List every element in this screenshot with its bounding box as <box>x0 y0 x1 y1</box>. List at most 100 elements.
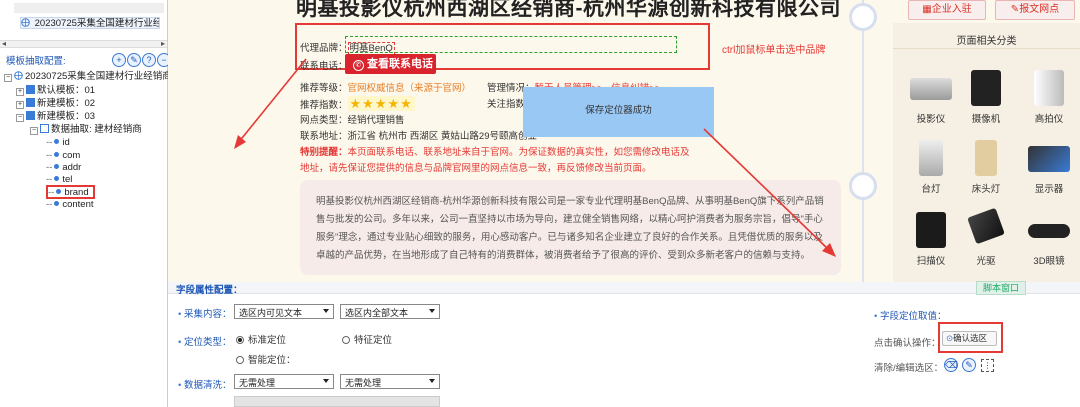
template-icon <box>26 85 35 94</box>
collapse-icon[interactable]: − <box>4 74 12 82</box>
chevron-down-icon <box>323 309 329 313</box>
projector-icon <box>910 78 952 100</box>
globe-icon <box>14 71 23 80</box>
confirm-selection-button[interactable]: ⊙确认选区 <box>942 331 997 346</box>
category-monitor[interactable]: 显示器 <box>1020 140 1078 195</box>
report-outlet-button[interactable]: ✎报文网点 <box>995 0 1075 20</box>
tree-field-addr[interactable]: -- addr <box>46 162 81 173</box>
select-area-icon[interactable]: ⋮ <box>981 359 994 372</box>
tree-field-brand[interactable]: -- brand <box>46 185 95 199</box>
category-camera[interactable]: 摄像机 <box>957 70 1015 125</box>
config-header: 字段属性配置： <box>176 285 243 296</box>
edit-icon[interactable]: ✎ <box>127 53 141 67</box>
collapse-icon[interactable]: − <box>30 127 38 135</box>
rec-row: 推荐等级：官网权威信息（来源于官网） <box>300 83 472 94</box>
tree-root[interactable]: −20230725采集全国建材行业经销商网 <box>4 71 181 82</box>
radio-smart[interactable]: 智能定位： <box>236 352 296 366</box>
add-icon[interactable]: + <box>112 53 126 67</box>
save-success-toast: 保存定位器成功 <box>523 87 714 137</box>
template-icon <box>26 111 35 120</box>
template-tree-panel: 20230725采集全国建材行业经销 ◂ ▸ 模板抽取配置: + ✎? − −202… <box>0 0 181 407</box>
radio-icon <box>236 356 244 364</box>
edit-icon: ✎ <box>1010 4 1020 15</box>
field-locate-label: • 字段定位取值： <box>874 311 947 322</box>
chevron-down-icon <box>429 379 435 383</box>
locate-label: • 定位类型： <box>178 337 232 348</box>
script-window-button[interactable]: 脚本窗口 <box>976 281 1026 295</box>
folder-icon <box>40 124 49 133</box>
expand-icon[interactable]: + <box>16 88 24 96</box>
tree-tool-buttons: + ✎? − <box>112 53 171 67</box>
building-icon: ▦ <box>922 4 932 15</box>
category-document-camera[interactable]: 高拍仪 <box>1020 70 1078 125</box>
tree-field-com[interactable]: -- com <box>46 150 80 161</box>
field-icon <box>56 189 62 194</box>
collect-select-1[interactable]: 选区内可见文本 <box>234 304 334 319</box>
special-row: 特别提醒：本页面联系电话、联系地址来自于官网。为保证数据的真实性，如您需修改电话… <box>300 147 690 158</box>
chevron-down-icon <box>323 379 329 383</box>
tree-extract-node[interactable]: − 数据抽取: 建材经销商 <box>30 124 142 135</box>
expand-icon[interactable]: + <box>16 101 24 109</box>
edit-selection-icon[interactable]: ✎ <box>962 358 976 372</box>
field-icon <box>54 152 60 157</box>
divider <box>893 48 1080 49</box>
radio-standard[interactable]: 标准定位 <box>236 332 286 346</box>
template-icon <box>26 98 35 107</box>
horizontal-scrollbar[interactable]: ◂ ▸ <box>0 39 167 48</box>
tree-scroll-top <box>14 3 164 13</box>
tree-item-top[interactable]: 20230725采集全国建材行业经销 <box>20 17 160 29</box>
category-3d-glasses[interactable]: 3D眼镜 <box>1020 212 1078 267</box>
3d-glasses-icon <box>1028 224 1070 238</box>
tree-template-1[interactable]: + 默认模板：01 <box>16 85 95 96</box>
collect-label: • 采集内容： <box>178 309 232 320</box>
desk-lamp-icon <box>919 140 943 176</box>
collect-select-2[interactable]: 选区内全部文本 <box>340 304 440 319</box>
smart-locate-textarea[interactable] <box>234 396 440 407</box>
field-icon <box>54 164 60 169</box>
related-categories-title: 页面相关分类 <box>956 36 1017 47</box>
collapse-icon[interactable]: − <box>16 114 24 122</box>
monitor-icon <box>1028 146 1070 172</box>
tree-field-id[interactable]: -- id <box>46 137 70 148</box>
category-projector[interactable]: 投影仪 <box>902 70 960 125</box>
camera-icon <box>971 70 1001 106</box>
category-desk-lamp[interactable]: 台灯 <box>902 140 960 195</box>
clear-label: 清除/编辑选区： <box>874 363 944 374</box>
timeline-dot-mid <box>849 172 877 200</box>
index-row: 推荐指数： ★★★★★ <box>300 96 415 111</box>
chevron-down-icon <box>429 309 435 313</box>
tree-field-tel[interactable]: -- tel <box>46 174 72 185</box>
clean-label: • 数据清洗： <box>178 380 232 391</box>
clean-select-2[interactable]: 无需处理 <box>340 374 440 389</box>
optical-drive-icon <box>967 207 1005 245</box>
category-optical-drive[interactable]: 光驱 <box>957 207 1015 267</box>
category-scanner[interactable]: 扫描仪 <box>902 212 960 267</box>
arrow-annotation-left <box>234 58 307 149</box>
field-icon <box>54 176 60 181</box>
radio-feature[interactable]: 特征定位 <box>342 332 392 346</box>
element-locator-box <box>345 36 677 53</box>
type-row: 网点类型：经销代理销售 <box>300 115 405 126</box>
tree-field-content[interactable]: -- content <box>46 199 94 210</box>
field-icon <box>54 139 60 144</box>
page-title: 明基投影仪杭州西湖区经销商-杭州华源创新科技有限公司 <box>296 0 841 20</box>
arrow-annotation-right <box>703 128 836 257</box>
confirm-label: 点击确认操作： <box>874 338 941 349</box>
ctrl-hint: ctrl加鼠标单击选中品牌 <box>722 45 826 56</box>
tree-template-2[interactable]: + 新建模板：02 <box>16 98 95 109</box>
scanner-icon <box>916 212 946 248</box>
document-camera-icon <box>1034 70 1064 106</box>
timeline-bar <box>862 0 864 282</box>
radio-icon <box>342 336 350 344</box>
enterprise-join-button[interactable]: ▦企业入驻 <box>908 0 986 20</box>
tree-template-3[interactable]: − 新建模板：03 <box>16 111 95 122</box>
follow-label: 关注指数 <box>487 99 526 110</box>
clean-select-1[interactable]: 无需处理 <box>234 374 334 389</box>
category-bedside-lamp[interactable]: 床头灯 <box>957 140 1015 195</box>
bedside-lamp-icon <box>975 140 997 176</box>
question-icon[interactable]: ? <box>142 53 156 67</box>
radio-checked-icon <box>236 336 244 344</box>
phone-icon: ✆ <box>353 60 364 71</box>
view-phone-button[interactable]: ✆ 查看联系电话 <box>345 54 436 74</box>
clear-icon[interactable]: ⌫ <box>944 358 958 372</box>
